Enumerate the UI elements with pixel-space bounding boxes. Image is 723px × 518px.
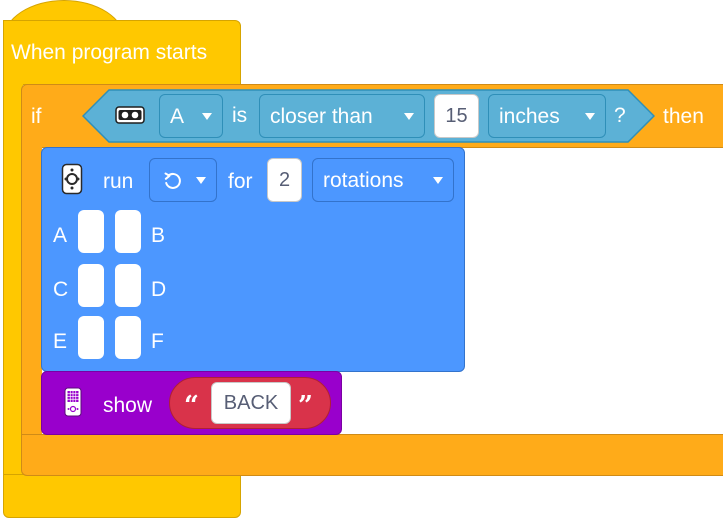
comparison-dropdown[interactable]: closer than <box>259 94 425 138</box>
rotate-counterclockwise-icon <box>162 170 184 192</box>
direction-dropdown[interactable] <box>149 158 217 202</box>
chevron-down-icon <box>196 177 206 184</box>
rotations-unit-dropdown[interactable]: rotations <box>312 158 454 202</box>
comparison-value: closer than <box>270 104 373 128</box>
close-quote-icon: ” <box>298 391 313 421</box>
unit-dropdown[interactable]: inches <box>488 94 606 138</box>
show-label: show <box>103 394 153 417</box>
text-reporter[interactable]: “ BACK ” <box>169 377 331 429</box>
light-matrix-icon <box>64 387 82 417</box>
event-block-foot[interactable] <box>3 474 241 518</box>
port-a-toggle[interactable] <box>78 210 104 253</box>
display-text-input[interactable]: BACK <box>211 382 291 424</box>
sensor-port-value: A <box>170 104 185 128</box>
port-label-c: C <box>53 278 69 301</box>
port-c-toggle[interactable] <box>78 264 104 307</box>
amount-input[interactable]: 2 <box>267 158 302 202</box>
if-block-arm <box>21 146 42 436</box>
chevron-down-icon <box>433 177 443 184</box>
then-label: then <box>663 105 704 128</box>
port-label-f: F <box>151 330 164 353</box>
distance-value-input[interactable]: 15 <box>434 94 479 138</box>
display-text-value: BACK <box>223 391 279 414</box>
port-b-toggle[interactable] <box>115 210 141 253</box>
chevron-down-icon <box>585 113 595 120</box>
run-label: run <box>103 170 134 193</box>
amount-value: 2 <box>278 168 291 191</box>
run-motors-for-block[interactable]: run for 2 rotations A B C D E F <box>41 147 465 372</box>
sensor-port-dropdown[interactable]: A <box>159 94 223 138</box>
if-label: if <box>31 105 42 128</box>
event-block-spine <box>3 84 23 478</box>
port-label-b: B <box>151 224 166 247</box>
motor-pair-icon <box>61 163 83 195</box>
port-label-d: D <box>151 278 167 301</box>
distance-sensor-icon <box>115 105 145 125</box>
chevron-down-icon <box>202 113 212 120</box>
event-block-label: When program starts <box>11 41 208 64</box>
open-quote-icon: “ <box>184 391 199 421</box>
question-mark-label: ? <box>614 104 626 127</box>
for-label: for <box>228 170 253 193</box>
is-label: is <box>232 104 248 127</box>
port-d-toggle[interactable] <box>115 264 141 307</box>
rotations-unit-value: rotations <box>323 168 404 192</box>
port-f-toggle[interactable] <box>115 316 141 359</box>
port-label-a: A <box>53 224 68 247</box>
if-block-bottom[interactable] <box>21 434 723 476</box>
port-label-e: E <box>53 330 68 353</box>
port-e-toggle[interactable] <box>78 316 104 359</box>
chevron-down-icon <box>404 113 414 120</box>
distance-value: 15 <box>445 104 468 127</box>
unit-value: inches <box>499 104 560 128</box>
distance-sensor-condition[interactable]: A is closer than 15 inches ? <box>82 89 655 143</box>
